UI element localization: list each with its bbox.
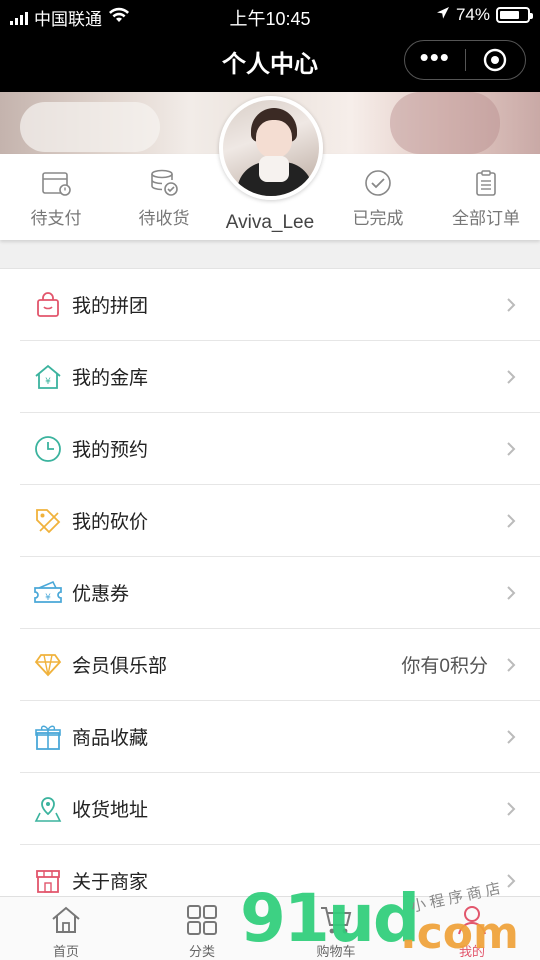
order-completed[interactable]: 已完成 <box>328 168 428 229</box>
menu-item-bargain[interactable]: 我的砍价 <box>20 485 540 557</box>
chevron-right-icon <box>500 585 522 601</box>
avatar[interactable] <box>219 96 323 200</box>
bargain-tag-icon <box>32 505 64 537</box>
home-icon <box>16 903 116 937</box>
chevron-right-icon <box>500 729 522 745</box>
clock-icon <box>32 433 64 465</box>
tab-label: 分类 <box>188 944 215 959</box>
tab-category[interactable]: 分类 <box>152 903 252 960</box>
tab-bar: 首页 分类 购物车 我的 <box>0 896 540 960</box>
menu-item-group-buy[interactable]: 我的拼团 <box>20 269 540 341</box>
diamond-icon <box>32 649 64 681</box>
menu-label: 关于商家 <box>72 872 149 893</box>
order-pending-receipt[interactable]: 待收货 <box>114 168 214 229</box>
battery-icon <box>496 7 533 23</box>
target-icon[interactable] <box>466 48 526 72</box>
status-bar: 中国联通 上午10:45 74% <box>0 0 540 30</box>
tab-mine[interactable]: 我的 <box>422 903 522 960</box>
menu-item-favorites[interactable]: 商品收藏 <box>20 701 540 773</box>
chevron-right-icon <box>500 873 522 889</box>
menu-label: 我的金库 <box>72 368 149 389</box>
completed-check-icon <box>328 168 428 198</box>
battery-percent: 74% <box>455 5 490 24</box>
category-grid-icon <box>152 903 252 937</box>
chevron-right-icon <box>500 801 522 817</box>
chevron-right-icon <box>500 513 522 529</box>
chevron-right-icon <box>500 657 522 673</box>
points-text: 你有0积分 <box>401 656 488 677</box>
menu-item-vault[interactable]: ¥ 我的金库 <box>20 341 540 413</box>
more-dots-icon[interactable]: ••• <box>405 44 465 73</box>
menu-label: 我的砍价 <box>72 512 149 533</box>
chevron-right-icon <box>500 441 522 457</box>
menu-list: 我的拼团 ¥ 我的金库 我的预约 我的砍价 ¥ 优惠券 会员俱乐部 你有0积分 … <box>0 268 540 916</box>
coupon-icon: ¥ <box>32 577 64 609</box>
menu-label: 我的拼团 <box>72 296 149 317</box>
tab-label: 首页 <box>52 944 79 959</box>
nav-bar: 个人中心 ••• <box>0 30 540 92</box>
svg-text:¥: ¥ <box>45 593 51 603</box>
svg-text:¥: ¥ <box>45 377 51 387</box>
all-orders-clipboard-icon <box>436 168 536 198</box>
menu-item-reservation[interactable]: 我的预约 <box>20 413 540 485</box>
store-icon <box>32 865 64 897</box>
map-pin-icon <box>32 793 64 825</box>
order-label: 已完成 <box>352 209 404 228</box>
user-icon <box>422 903 522 937</box>
chevron-right-icon <box>500 369 522 385</box>
username: Aviva_Lee <box>225 212 315 233</box>
mini-program-capsule: ••• <box>404 40 526 80</box>
order-label: 待支付 <box>30 209 82 228</box>
menu-label: 优惠券 <box>72 584 130 605</box>
pending-payment-icon <box>6 168 106 198</box>
order-pending-payment[interactable]: 待支付 <box>6 168 106 229</box>
menu-item-member-club[interactable]: 会员俱乐部 你有0积分 <box>20 629 540 701</box>
menu-label: 会员俱乐部 <box>72 656 168 677</box>
order-label: 全部订单 <box>452 209 520 228</box>
order-label: 待收货 <box>138 209 190 228</box>
location-arrow-icon <box>436 5 450 25</box>
tab-label: 我的 <box>458 944 485 959</box>
status-right: 74% <box>436 5 533 25</box>
menu-label: 我的预约 <box>72 440 149 461</box>
tab-label: 购物车 <box>316 944 356 959</box>
menu-label: 商品收藏 <box>72 728 149 749</box>
tab-home[interactable]: 首页 <box>16 903 116 960</box>
group-buy-bag-icon <box>32 289 64 321</box>
vault-house-icon: ¥ <box>32 361 64 393</box>
pending-receipt-icon <box>114 168 214 198</box>
menu-item-address[interactable]: 收货地址 <box>20 773 540 845</box>
chevron-right-icon <box>500 297 522 313</box>
gift-icon <box>32 721 64 753</box>
menu-label: 收货地址 <box>72 800 149 821</box>
order-all[interactable]: 全部订单 <box>436 168 536 229</box>
menu-item-coupon[interactable]: ¥ 优惠券 <box>20 557 540 629</box>
cart-icon <box>286 903 386 937</box>
tab-cart[interactable]: 购物车 <box>286 903 386 960</box>
